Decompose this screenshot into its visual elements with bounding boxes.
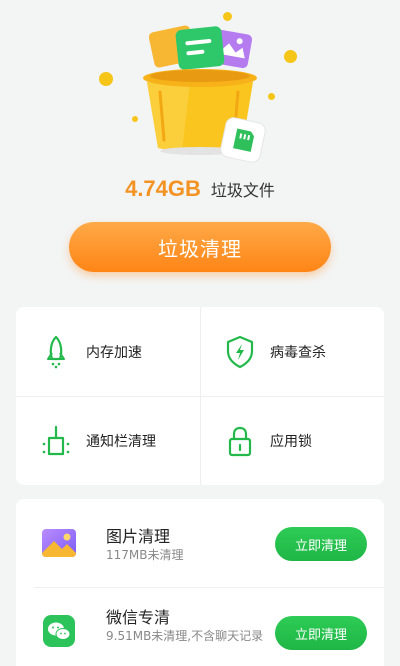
clean-items-card: 图片清理 117MB未清理 立即清理 微信专清 9.51MB未清理,不含聊天记录…: [16, 499, 384, 666]
clean-now-button[interactable]: 立即清理: [275, 616, 367, 650]
phone-cleaner-screen: 4.74GB 垃圾文件 垃圾清理 内存加速 病毒查杀 通知栏清理 应用锁 图片清…: [0, 0, 400, 666]
tool-notification-clean[interactable]: 通知栏清理: [16, 396, 200, 485]
wechat-icon: [40, 612, 78, 650]
tool-label: 病毒查杀: [270, 344, 326, 361]
gallery-icon: [40, 525, 78, 563]
list-item-photo-clean[interactable]: 图片清理 117MB未清理 立即清理: [16, 499, 384, 587]
junk-size: 4.74GB: [125, 176, 201, 201]
item-subtitle: 9.51MB未清理,不含聊天记录: [106, 629, 264, 643]
tool-memory-boost[interactable]: 内存加速: [16, 307, 200, 396]
broom-icon: [36, 421, 76, 461]
item-title: 微信专清: [106, 608, 171, 627]
rocket-icon: [36, 332, 76, 372]
tool-virus-scan[interactable]: 病毒查杀: [200, 307, 384, 396]
tool-app-lock[interactable]: 应用锁: [200, 396, 384, 485]
trash-bin-icon: [143, 25, 266, 163]
tool-label: 内存加速: [86, 344, 142, 361]
item-subtitle: 117MB未清理: [106, 548, 184, 562]
junk-label: 垃圾文件: [210, 181, 275, 200]
lock-icon: [220, 421, 260, 461]
junk-clean-button[interactable]: 垃圾清理: [69, 222, 331, 272]
item-title: 图片清理: [106, 527, 171, 546]
list-item-wechat-clean[interactable]: 微信专清 9.51MB未清理,不含聊天记录 立即清理: [16, 588, 384, 666]
trash-bin-illustration: [0, 0, 400, 170]
clean-now-button[interactable]: 立即清理: [275, 527, 367, 561]
tools-card: 内存加速 病毒查杀 通知栏清理 应用锁: [16, 307, 384, 485]
tool-label: 应用锁: [270, 433, 312, 450]
junk-summary: 4.74GB 垃圾文件: [0, 176, 400, 208]
tool-label: 通知栏清理: [86, 433, 156, 450]
shield-icon: [220, 332, 260, 372]
